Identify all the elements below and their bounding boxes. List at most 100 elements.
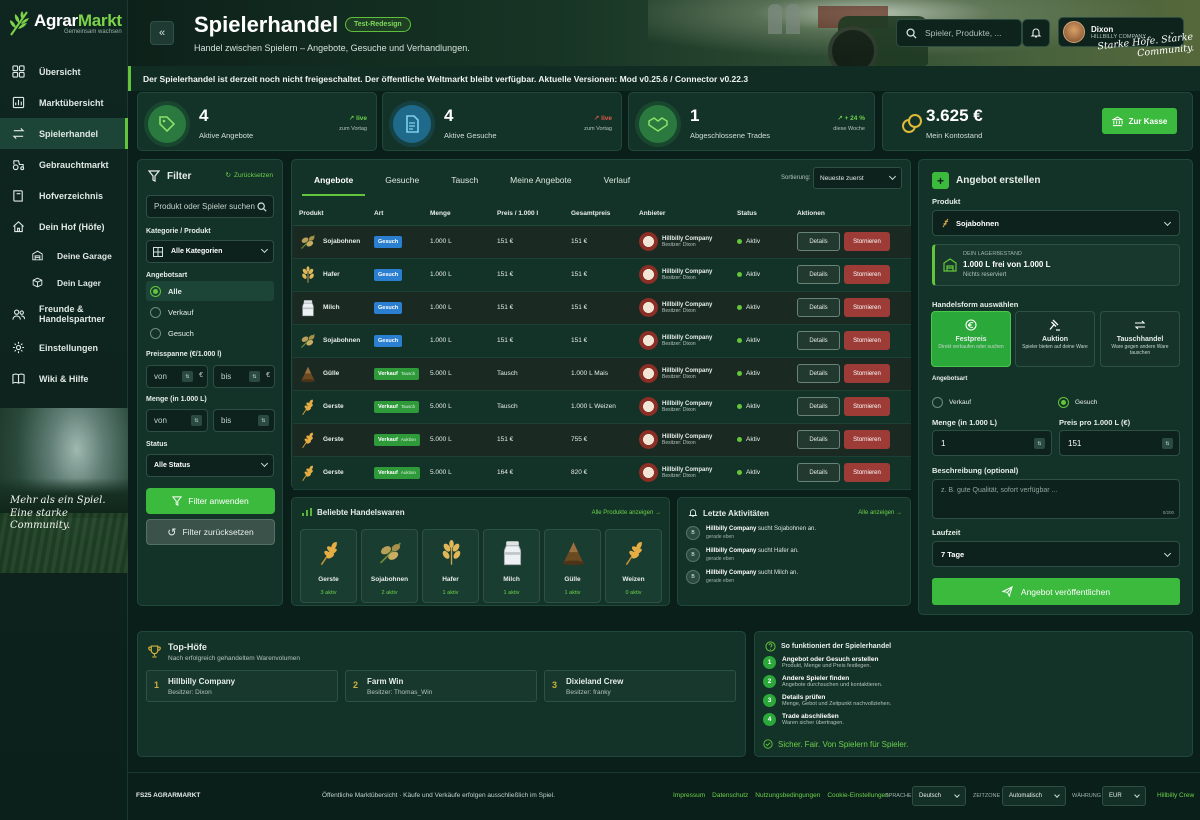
filter-search-input[interactable]: Produkt oder Spieler suchen <box>146 195 274 218</box>
table-row[interactable]: Gülle Verkauf Tausch 5.000 L Tausch 1.000 L M… <box>293 357 911 391</box>
sidebar-item-10[interactable]: Wiki & Hilfe <box>0 363 128 394</box>
sidebar-item-9[interactable]: Einstellungen <box>0 332 128 363</box>
details-button[interactable]: Details <box>797 232 840 251</box>
cancel-button[interactable]: Stornieren <box>844 397 890 416</box>
footer-link[interactable]: Nutzungsbedingungen <box>755 792 820 799</box>
details-button[interactable]: Details <box>797 364 840 383</box>
cancel-button[interactable]: Stornieren <box>844 331 890 350</box>
goods-card[interactable]: Sojabohnen 2 aktiv <box>361 529 418 603</box>
checkout-button[interactable]: Zur Kasse <box>1102 108 1177 134</box>
mode-fixed-price[interactable]: Festpreis Direkt verkaufen oder suchen <box>931 311 1011 367</box>
table-row[interactable]: Gerste Verkauf Auktion 5.000 L 164 €820 € Hil… <box>293 456 911 490</box>
sidebar-item-0[interactable]: Übersicht <box>0 56 128 87</box>
currency-select[interactable]: EUR <box>1102 786 1146 806</box>
footer-link[interactable]: Impressum <box>673 792 705 799</box>
create-price-input[interactable]: 151 ⇅ <box>1059 430 1180 456</box>
duration-select[interactable]: 7 Tage <box>932 541 1180 567</box>
details-button[interactable]: Details <box>797 397 840 416</box>
collapse-sidebar-button[interactable]: « <box>150 21 174 45</box>
details-button[interactable]: Details <box>797 298 840 317</box>
page-subtitle: Handel zwischen Spielern – Angebote, Ges… <box>194 43 470 53</box>
table-row[interactable]: Sojabohnen Gesuch 1.000 L 151 €151 € Hillbil… <box>293 324 911 358</box>
sidebar-item-7[interactable]: Dein Lager <box>0 269 128 296</box>
sidebar-item-3[interactable]: Gebrauchtmarkt <box>0 149 128 180</box>
tab-4[interactable]: Verlauf <box>592 166 642 196</box>
language-select[interactable]: Deutsch <box>912 786 966 806</box>
publish-offer-button[interactable]: Angebot veröffentlichen <box>932 578 1180 605</box>
sidebar-item-6[interactable]: Deine Garage <box>0 242 128 269</box>
product-select[interactable]: Sojabohnen <box>932 210 1180 236</box>
sidebar-item-4[interactable]: Hofverzeichnis <box>0 180 128 211</box>
logo[interactable]: AgrarMarkt Gemeinsam wachsen <box>8 10 122 36</box>
goods-card[interactable]: Gerste 3 aktiv <box>300 529 357 603</box>
notifications-button[interactable] <box>1022 19 1050 47</box>
footer-link[interactable]: Datenschutz <box>712 792 748 799</box>
global-search-input[interactable]: Spieler, Produkte, ... <box>896 19 1022 47</box>
timezone-select[interactable]: Automatisch <box>1002 786 1066 806</box>
filter-reset-link[interactable]: ↻ Zurücksetzen <box>226 171 273 180</box>
description-textarea[interactable]: z. B. gute Qualität, sofort verfügbar ..… <box>932 479 1180 519</box>
stat-icon-bg <box>148 105 186 143</box>
footer-link[interactable]: Cookie-Einstellungen <box>827 792 888 799</box>
goods-card[interactable]: Milch 1 aktiv <box>483 529 540 603</box>
cancel-button[interactable]: Stornieren <box>844 298 890 317</box>
details-button[interactable]: Details <box>797 430 840 449</box>
cancel-button[interactable]: Stornieren <box>844 364 890 383</box>
goods-card[interactable]: Gülle 1 aktiv <box>544 529 601 603</box>
offer-type-label: Angebotsart <box>932 376 968 382</box>
farm-card[interactable]: 3 Dixieland Crew Besitzer: franky <box>544 670 736 702</box>
tab-1[interactable]: Gesuche <box>373 166 431 196</box>
type-radio-request[interactable]: Gesuch <box>146 323 274 343</box>
table-row[interactable]: Gerste Verkauf Auktion 5.000 L 151 €755 € Hil… <box>293 423 911 457</box>
type-radio-sale[interactable]: Verkauf <box>146 302 274 322</box>
cancel-button[interactable]: Stornieren <box>844 265 890 284</box>
table-row[interactable]: Gerste Verkauf Tausch 5.000 L Tausch 1.000 L … <box>293 390 911 424</box>
price-to-input[interactable]: bis ⇅ € <box>213 365 275 388</box>
reset-filter-button[interactable]: ↺ Filter zurücksetzen <box>146 519 275 545</box>
create-qty-input[interactable]: 1 ⇅ <box>932 430 1052 456</box>
sidebar-item-label: Spielerhandel <box>39 128 99 139</box>
all-products-link[interactable]: Alle Produkte anzeigen → <box>592 510 661 516</box>
price-from-input[interactable]: von ⇅ € <box>146 365 208 388</box>
wheat-icon <box>302 465 314 481</box>
sidebar-item-1[interactable]: Marktübersicht <box>0 87 128 118</box>
type-radio-all[interactable]: Alle <box>146 281 274 301</box>
mode-barter[interactable]: Tauschhandel Ware gegen andere Ware taus… <box>1100 311 1180 367</box>
farm-card[interactable]: 1 Hillbilly Company Besitzer: Dixon <box>146 670 338 702</box>
details-button[interactable]: Details <box>797 463 840 482</box>
status-select[interactable]: Alle Status <box>146 454 274 477</box>
qty-to-input[interactable]: bis ⇅ <box>213 409 275 432</box>
funnel-icon <box>148 170 160 182</box>
goods-card[interactable]: Hafer 1 aktiv <box>422 529 479 603</box>
create-type-sale[interactable]: Verkauf <box>932 397 971 408</box>
goods-card[interactable]: Weizen 0 aktiv <box>605 529 662 603</box>
table-row[interactable]: Sojabohnen Gesuch 1.000 L 151 €151 € Hillbil… <box>293 225 911 259</box>
sidebar-item-2[interactable]: Spielerhandel <box>0 118 128 149</box>
cancel-button[interactable]: Stornieren <box>844 463 890 482</box>
popular-goods-title: Beliebte Handelswaren <box>302 508 405 517</box>
table-row[interactable]: Hafer Gesuch 1.000 L 151 €151 € Hillbilly Co… <box>293 258 911 292</box>
table-row[interactable]: Milch Gesuch 1.000 L 151 €151 € Hillbilly Co… <box>293 291 911 325</box>
cancel-button[interactable]: Stornieren <box>844 232 890 251</box>
sidebar-item-5[interactable]: Dein Hof (Höfe) <box>0 211 128 242</box>
tab-2[interactable]: Tausch <box>439 166 490 196</box>
details-button[interactable]: Details <box>797 265 840 284</box>
tab-3[interactable]: Meine Angebote <box>498 166 583 196</box>
details-button[interactable]: Details <box>797 331 840 350</box>
farm-card[interactable]: 2 Farm Win Besitzer: Thomas_Win <box>345 670 537 702</box>
all-activity-link[interactable]: Alle anzeigen → <box>858 510 902 516</box>
footer-company-link[interactable]: Hillbilly Crew <box>1157 792 1194 799</box>
category-select[interactable]: Alle Kategorien <box>146 240 274 263</box>
create-type-request[interactable]: Gesuch <box>1058 397 1097 408</box>
mode-auction[interactable]: Auktion Spieler bieten auf deine Ware <box>1015 311 1095 367</box>
stat-trend: ↗ live <box>593 115 612 122</box>
open-book-icon <box>12 373 25 385</box>
sidebar-item-8[interactable]: Freunde & Handelspartner <box>0 296 128 332</box>
company-logo-icon <box>639 298 658 317</box>
cancel-button[interactable]: Stornieren <box>844 430 890 449</box>
sort-select[interactable]: Neueste zuerst <box>813 167 902 189</box>
bell-icon <box>688 509 698 517</box>
tab-0[interactable]: Angebote <box>302 166 366 196</box>
qty-from-input[interactable]: von ⇅ <box>146 409 208 432</box>
apply-filter-button[interactable]: Filter anwenden <box>146 488 275 514</box>
